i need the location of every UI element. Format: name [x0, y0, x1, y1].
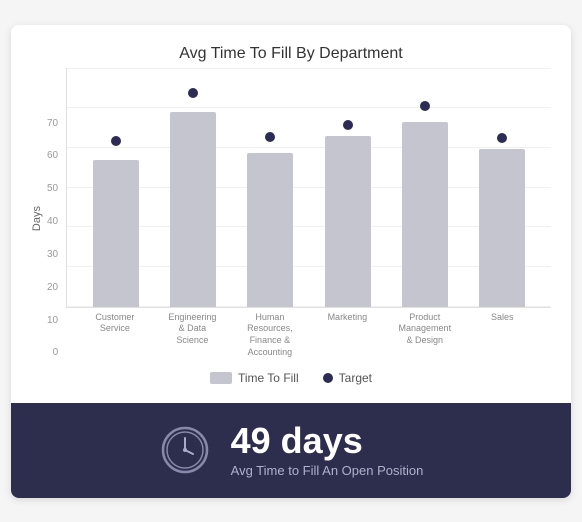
y-tick: 60 — [47, 151, 58, 161]
y-tick: 50 — [47, 184, 58, 194]
x-label: Product Management & Design — [386, 308, 463, 359]
bars-container — [66, 68, 551, 308]
summary-text: 49 days Avg Time to Fill An Open Positio… — [231, 423, 424, 478]
target-dot — [265, 132, 275, 142]
y-tick: 70 — [47, 119, 58, 129]
bar-group — [154, 68, 231, 307]
bar-group — [309, 68, 386, 307]
x-label: Sales — [464, 308, 541, 359]
y-tick: 30 — [47, 250, 58, 260]
bar — [170, 112, 216, 307]
bar-group — [77, 68, 154, 307]
bar-group — [232, 68, 309, 307]
x-labels: Customer ServiceEngineering & Data Scien… — [66, 308, 551, 359]
bar-group — [386, 68, 463, 307]
clock-icon — [159, 424, 211, 476]
legend-target: Target — [323, 371, 372, 385]
bar-group — [464, 68, 541, 307]
target-dot — [497, 133, 507, 143]
chart-area: Days 0 10 20 30 40 50 60 70 — [31, 79, 551, 359]
x-label: Customer Service — [76, 308, 153, 359]
legend-time-to-fill-label: Time To Fill — [238, 371, 299, 385]
legend-time-to-fill: Time To Fill — [210, 371, 299, 385]
y-axis-title: Days — [31, 206, 43, 231]
x-label: Human Resources, Finance & Accounting — [231, 308, 308, 359]
legend-dot-icon — [323, 373, 333, 383]
bar — [247, 153, 293, 307]
summary-days: 49 days — [231, 423, 363, 459]
legend-bar-icon — [210, 372, 232, 384]
y-tick: 20 — [47, 283, 58, 293]
target-dot — [420, 101, 430, 111]
chart-body: Customer ServiceEngineering & Data Scien… — [66, 68, 551, 359]
target-dot — [343, 120, 353, 130]
chart-title: Avg Time To Fill By Department — [31, 45, 551, 63]
bar — [402, 122, 448, 307]
chart-section: Avg Time To Fill By Department Days 0 10… — [11, 25, 571, 403]
bars-render — [77, 68, 541, 307]
target-dot — [188, 88, 198, 98]
bar — [325, 136, 371, 307]
bar — [479, 149, 525, 307]
y-axis: 0 10 20 30 40 50 60 70 — [47, 119, 58, 359]
y-tick: 40 — [47, 217, 58, 227]
summary-section: 49 days Avg Time to Fill An Open Positio… — [11, 403, 571, 498]
chart-card: Avg Time To Fill By Department Days 0 10… — [11, 25, 571, 498]
y-tick: 0 — [47, 348, 58, 358]
x-label: Marketing — [309, 308, 386, 359]
x-label: Engineering & Data Science — [154, 308, 231, 359]
summary-description: Avg Time to Fill An Open Position — [231, 463, 424, 478]
legend: Time To Fill Target — [31, 371, 551, 385]
legend-target-label: Target — [339, 371, 372, 385]
bar — [93, 160, 139, 307]
y-tick: 10 — [47, 316, 58, 326]
target-dot — [111, 136, 121, 146]
